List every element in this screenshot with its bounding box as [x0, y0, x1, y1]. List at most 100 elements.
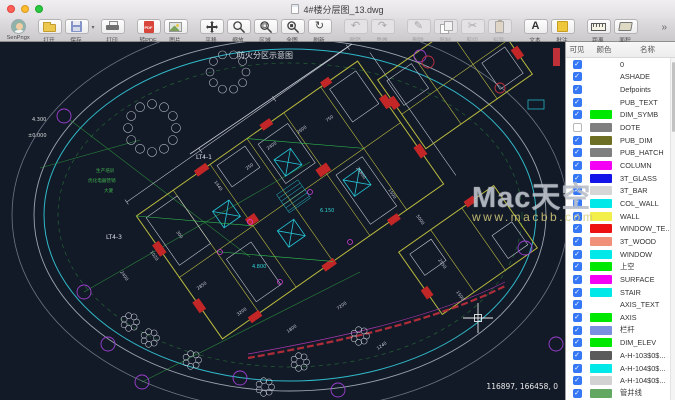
layer-row[interactable]: ✓ 0: [566, 58, 670, 71]
layer-row[interactable]: ✓ WALL: [566, 210, 670, 223]
toolbar-button-undo: ↶ 撤销: [342, 19, 369, 44]
layer-row[interactable]: ✓ 3T_GLASS: [566, 172, 670, 185]
layer-visibility-checkbox[interactable]: ✓: [572, 59, 582, 69]
save-floppy-icon[interactable]: ▾: [64, 19, 95, 34]
folder-open-icon[interactable]: [37, 19, 62, 34]
image-export-icon[interactable]: [163, 19, 188, 34]
zoom-extents-icon[interactable]: [280, 19, 305, 34]
layer-visibility-checkbox[interactable]: ✓: [572, 350, 582, 360]
layer-visibility-checkbox[interactable]: ✓: [572, 72, 582, 82]
toolbar-button-pdf[interactable]: 转PDF: [135, 19, 162, 44]
zoom-region-icon[interactable]: [253, 19, 278, 34]
pdf-icon[interactable]: [136, 19, 161, 34]
toolbar-overflow-chevron[interactable]: »: [661, 22, 667, 33]
layer-visibility-checkbox[interactable]: ✓: [572, 274, 582, 284]
close-button[interactable]: [7, 5, 15, 13]
layer-visibility-checkbox[interactable]: ✓: [572, 135, 582, 145]
layer-row[interactable]: ✓ 3T_WOOD: [566, 235, 670, 248]
layer-visibility-checkbox[interactable]: ✓: [572, 97, 582, 107]
layer-row[interactable]: ✓ PUB_DIM: [566, 134, 670, 147]
layer-visibility-checkbox[interactable]: ✓: [572, 338, 582, 348]
layer-row[interactable]: ✓ A-H-104$0$...: [566, 362, 670, 375]
toolbar-button-pan[interactable]: 平移: [198, 19, 225, 44]
toolbar-button-refresh[interactable]: ↻ 刷新: [306, 19, 333, 44]
layer-visibility-checkbox[interactable]: ✓: [572, 148, 582, 158]
toolbar-button-printer[interactable]: 打印: [99, 19, 126, 44]
layer-visibility-checkbox[interactable]: ✓: [572, 186, 582, 196]
layer-visibility-checkbox[interactable]: ✓: [572, 363, 582, 373]
layer-row[interactable]: ✓ STAIR: [566, 286, 670, 299]
toolbar-button-save-floppy[interactable]: ▾ 保存: [63, 19, 95, 44]
minimize-button[interactable]: [21, 5, 29, 13]
layer-color-swatch: [590, 173, 612, 183]
layer-visibility-checkbox[interactable]: ✓: [572, 161, 582, 171]
layer-row[interactable]: ✓ PUB_TEXT: [566, 96, 670, 109]
layer-color-swatch: [590, 123, 612, 133]
layer-row[interactable]: ✓ DOTE: [566, 121, 670, 134]
toolbar-button-measure-area[interactable]: 面积: [612, 19, 639, 44]
measure-distance-icon[interactable]: [586, 19, 611, 34]
undo-icon: ↶: [343, 19, 368, 34]
layer-visibility-checkbox[interactable]: ✓: [572, 237, 582, 247]
layer-visibility-checkbox[interactable]: ✓: [572, 376, 582, 386]
refresh-icon[interactable]: ↻: [307, 19, 332, 34]
layer-visibility-checkbox[interactable]: ✓: [572, 249, 582, 259]
layer-visibility-checkbox[interactable]: ✓: [572, 123, 582, 133]
layer-row[interactable]: ✓ SURFACE: [566, 273, 670, 286]
note-icon[interactable]: [550, 19, 575, 34]
layer-row[interactable]: ✓ COL_WALL: [566, 197, 670, 210]
toolbar-button-zoom[interactable]: 缩放: [225, 19, 252, 44]
user-avatar-icon[interactable]: [10, 19, 26, 34]
layer-row[interactable]: ✓ 栏杆: [566, 324, 670, 337]
zoom-icon[interactable]: [226, 19, 251, 34]
save-dropdown-caret[interactable]: ▾: [91, 24, 94, 31]
layer-row[interactable]: ✓ Defpoints: [566, 83, 670, 96]
measure-area-icon[interactable]: [613, 19, 638, 34]
layer-row[interactable]: ✓ A-H-103$0$...: [566, 349, 670, 362]
layer-color-swatch: [590, 376, 612, 386]
layer-visibility-checkbox[interactable]: ✓: [572, 199, 582, 209]
toolbar-button-zoom-extents[interactable]: 全图: [279, 19, 306, 44]
layer-row[interactable]: ✓ AXIS: [566, 311, 670, 324]
layer-row[interactable]: ✓ ASHADE: [566, 71, 670, 84]
layer-visibility-checkbox[interactable]: ✓: [572, 312, 582, 322]
printer-icon[interactable]: [100, 19, 125, 34]
layer-row[interactable]: ✓ WINDOW_TE...: [566, 223, 670, 236]
layer-row[interactable]: ✓ WINDOW: [566, 248, 670, 261]
layer-visibility-checkbox[interactable]: ✓: [572, 300, 582, 310]
toolbar-button-text[interactable]: A 文本: [522, 19, 549, 44]
zoom-window-button[interactable]: [35, 5, 43, 13]
layer-row[interactable]: ✓ 上空: [566, 261, 670, 274]
layer-visibility-checkbox[interactable]: ✓: [572, 85, 582, 95]
toolbar-button-note[interactable]: 批注: [549, 19, 576, 44]
layer-row[interactable]: ✓ DIM_ELEV: [566, 336, 670, 349]
layer-row[interactable]: ✓ PUB_HATCH: [566, 147, 670, 160]
toolbar-button-measure-distance[interactable]: 距离: [585, 19, 612, 44]
layer-row[interactable]: ✓ 3T_BAR: [566, 185, 670, 198]
layer-visibility-checkbox[interactable]: ✓: [572, 262, 582, 272]
toolbar-button-zoom-region[interactable]: 区域: [252, 19, 279, 44]
drawing-canvas[interactable]: 防火分区示意图 LT4-1 LT4-3 6.150 4.800 4.300 ±0.000 生产…: [0, 4, 569, 400]
toolbar-button-folder-open[interactable]: 打开: [36, 19, 63, 44]
cad-drawing[interactable]: 防火分区示意图 LT4-1 LT4-3 6.150 4.800 4.300 ±0.000 生产…: [0, 4, 569, 400]
layer-visibility-checkbox[interactable]: ✓: [572, 388, 582, 398]
layer-row[interactable]: ✓ COLUMN: [566, 159, 670, 172]
layer-visibility-checkbox[interactable]: ✓: [572, 224, 582, 234]
user-account[interactable]: SenPngx: [0, 19, 36, 41]
toolbar: SenPngx 打开▾保存打印转PDF图片平移缩放区域全图↻刷新 ↶撤销↷重做 ✎删…: [0, 18, 675, 44]
layer-row[interactable]: ✓ A-H-104$0$...: [566, 374, 670, 387]
layer-row[interactable]: ✓ 管井线: [566, 387, 670, 400]
layer-row[interactable]: ✓ AXIS_TEXT: [566, 298, 670, 311]
toolbar-button-redo: ↷ 重做: [369, 19, 396, 44]
layer-visibility-checkbox[interactable]: ✓: [572, 173, 582, 183]
layer-name: A-H-103$0$...: [620, 350, 666, 360]
layer-panel-scrollbar[interactable]: [670, 58, 675, 400]
pan-icon[interactable]: [199, 19, 224, 34]
layer-visibility-checkbox[interactable]: ✓: [572, 211, 582, 221]
layer-visibility-checkbox[interactable]: ✓: [572, 287, 582, 297]
layer-row[interactable]: ✓ DIM_SYMB: [566, 109, 670, 122]
toolbar-button-image-export[interactable]: 图片: [162, 19, 189, 44]
text-icon[interactable]: A: [523, 19, 548, 34]
layer-visibility-checkbox[interactable]: ✓: [572, 325, 582, 335]
layer-visibility-checkbox[interactable]: ✓: [572, 110, 582, 120]
